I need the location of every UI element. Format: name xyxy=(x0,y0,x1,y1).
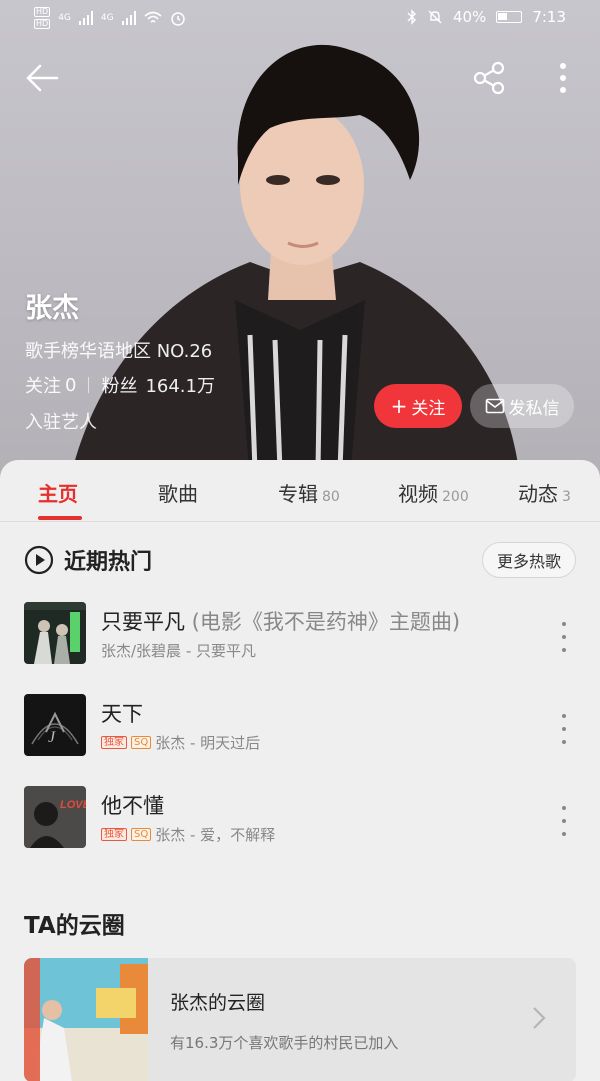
wifi-icon xyxy=(144,11,162,23)
back-arrow-icon xyxy=(26,64,59,92)
song-item[interactable]: LOVE 他不懂 独家 SQ 张杰 - 爱，不解释 xyxy=(0,786,600,866)
song-title: 天下 xyxy=(101,702,143,726)
song-meta: 张杰/张碧晨 - 只要平凡 xyxy=(101,640,256,661)
song-more-button[interactable] xyxy=(556,714,572,744)
play-circle-icon[interactable] xyxy=(24,545,54,575)
tab-count: 3 xyxy=(562,489,571,505)
mail-icon xyxy=(485,398,504,414)
exclusive-badge: 独家 xyxy=(101,736,127,749)
divider xyxy=(88,377,90,393)
more-hot-songs-button[interactable]: 更多热歌 xyxy=(481,542,576,578)
tab-label: 视频 xyxy=(398,482,438,506)
song-subtitle: (电影《我不是药神》主题曲) xyxy=(185,610,461,634)
network-type: 4G xyxy=(58,13,71,23)
chevron-right-icon xyxy=(533,1007,546,1029)
svg-text:LOVE: LOVE xyxy=(60,799,86,811)
album-cover xyxy=(24,602,86,664)
tab-bar: 主页 歌曲 专辑 80 视频 200 动态 3 xyxy=(0,460,600,522)
album-cover: J xyxy=(24,694,86,756)
alarm-icon xyxy=(170,12,185,26)
tab-label: 动态 xyxy=(518,482,558,506)
artist-rank[interactable]: 歌手榜华语地区 NO.26 xyxy=(25,337,212,363)
album-cover: LOVE xyxy=(24,786,86,848)
hot-section-title: 近期热门 xyxy=(64,550,153,575)
tab-songs[interactable]: 歌曲 xyxy=(158,478,198,507)
message-button[interactable]: 发私信 xyxy=(470,384,574,428)
song-more-button[interactable] xyxy=(556,622,572,652)
fans-label[interactable]: 粉丝 xyxy=(101,372,137,398)
follow-button[interactable]: + 关注 xyxy=(374,384,462,428)
song-title-text: 只要平凡 xyxy=(101,610,185,634)
artist-name: 张杰 xyxy=(25,293,79,324)
tab-videos[interactable]: 视频 200 xyxy=(398,478,469,507)
tab-count: 200 xyxy=(442,489,469,505)
sq-badge: SQ xyxy=(131,828,152,841)
cloud-circle-card[interactable]: 张杰的云圈 有16.3万个喜欢歌手的村民已加入 xyxy=(24,958,576,1081)
back-button[interactable] xyxy=(20,56,64,100)
share-icon xyxy=(473,61,505,95)
battery-icon xyxy=(496,11,523,23)
sq-badge: SQ xyxy=(131,736,152,749)
song-artist-album: 张杰 - 爱，不解释 xyxy=(155,826,276,844)
fans-count[interactable]: 164.1万 xyxy=(145,372,215,398)
song-item[interactable]: J 天下 独家 SQ 张杰 - 明天过后 xyxy=(0,694,600,774)
song-artist-album: 张杰/张碧晨 - 只要平凡 xyxy=(101,642,257,660)
plus-icon: + xyxy=(390,394,408,418)
following-count[interactable]: 0 xyxy=(65,375,76,396)
song-artist-album: 张杰 - 明天过后 xyxy=(155,734,261,752)
clock: 7:13 xyxy=(532,8,566,26)
cloud-section-title: TA的云圈 xyxy=(24,913,125,939)
tab-label: 主页 xyxy=(38,482,78,506)
joined-artist-label: 入驻艺人 xyxy=(25,412,97,433)
song-more-button[interactable] xyxy=(556,806,572,836)
artist-page: HD HD 4G 4G 40% 7:13 张杰 歌手榜华语地区 NO.26 关注… xyxy=(0,0,600,1081)
follow-label: 关注 xyxy=(411,398,446,419)
song-meta: 独家 SQ 张杰 - 明天过后 xyxy=(101,732,260,753)
more-button[interactable] xyxy=(541,56,585,100)
tab-label: 专辑 xyxy=(278,482,318,506)
tab-home[interactable]: 主页 xyxy=(38,478,78,507)
battery-percent: 40% xyxy=(452,8,487,26)
network-type: 4G xyxy=(100,13,114,23)
tab-albums[interactable]: 专辑 80 xyxy=(278,478,340,507)
tab-indicator xyxy=(38,516,82,520)
song-item[interactable]: 只要平凡 (电影《我不是药神》主题曲) 张杰/张碧晨 - 只要平凡 xyxy=(0,602,600,682)
content-sheet: 主页 歌曲 专辑 80 视频 200 动态 3 近期热门 更多热歌 只要平凡 (… xyxy=(0,460,600,1081)
song-title: 他不懂 xyxy=(101,794,164,818)
cloud-circle-name: 张杰的云圈 xyxy=(170,992,266,1014)
status-bar: HD HD 4G 4G 40% 7:13 xyxy=(0,0,600,36)
song-meta: 独家 SQ 张杰 - 爱，不解释 xyxy=(101,824,275,845)
hd-indicator: HD xyxy=(34,19,51,29)
following-label[interactable]: 关注 xyxy=(25,372,61,398)
svg-text:J: J xyxy=(48,729,56,746)
message-label: 发私信 xyxy=(508,398,560,419)
hd-indicator: HD xyxy=(34,7,51,17)
mute-bell-icon xyxy=(428,10,442,24)
song-title: 只要平凡 (电影《我不是药神》主题曲) xyxy=(101,606,460,636)
tab-feed[interactable]: 动态 3 xyxy=(518,478,571,507)
signal-icon xyxy=(121,11,136,25)
exclusive-badge: 独家 xyxy=(101,828,127,841)
signal-icon xyxy=(78,11,93,25)
hot-section-header: 近期热门 xyxy=(24,544,152,576)
cloud-circle-description: 有16.3万个喜欢歌手的村民已加入 xyxy=(170,1034,399,1052)
more-vertical-icon xyxy=(560,63,566,93)
artist-stats: 关注 0 粉丝 164.1万 xyxy=(25,372,215,398)
tab-count: 80 xyxy=(322,489,340,505)
tab-label: 歌曲 xyxy=(158,482,198,506)
bluetooth-icon xyxy=(407,9,416,25)
artist-hero: HD HD 4G 4G 40% 7:13 张杰 歌手榜华语地区 NO.26 关注… xyxy=(0,0,600,480)
share-button[interactable] xyxy=(468,56,512,100)
cloud-circle-image xyxy=(24,958,148,1081)
